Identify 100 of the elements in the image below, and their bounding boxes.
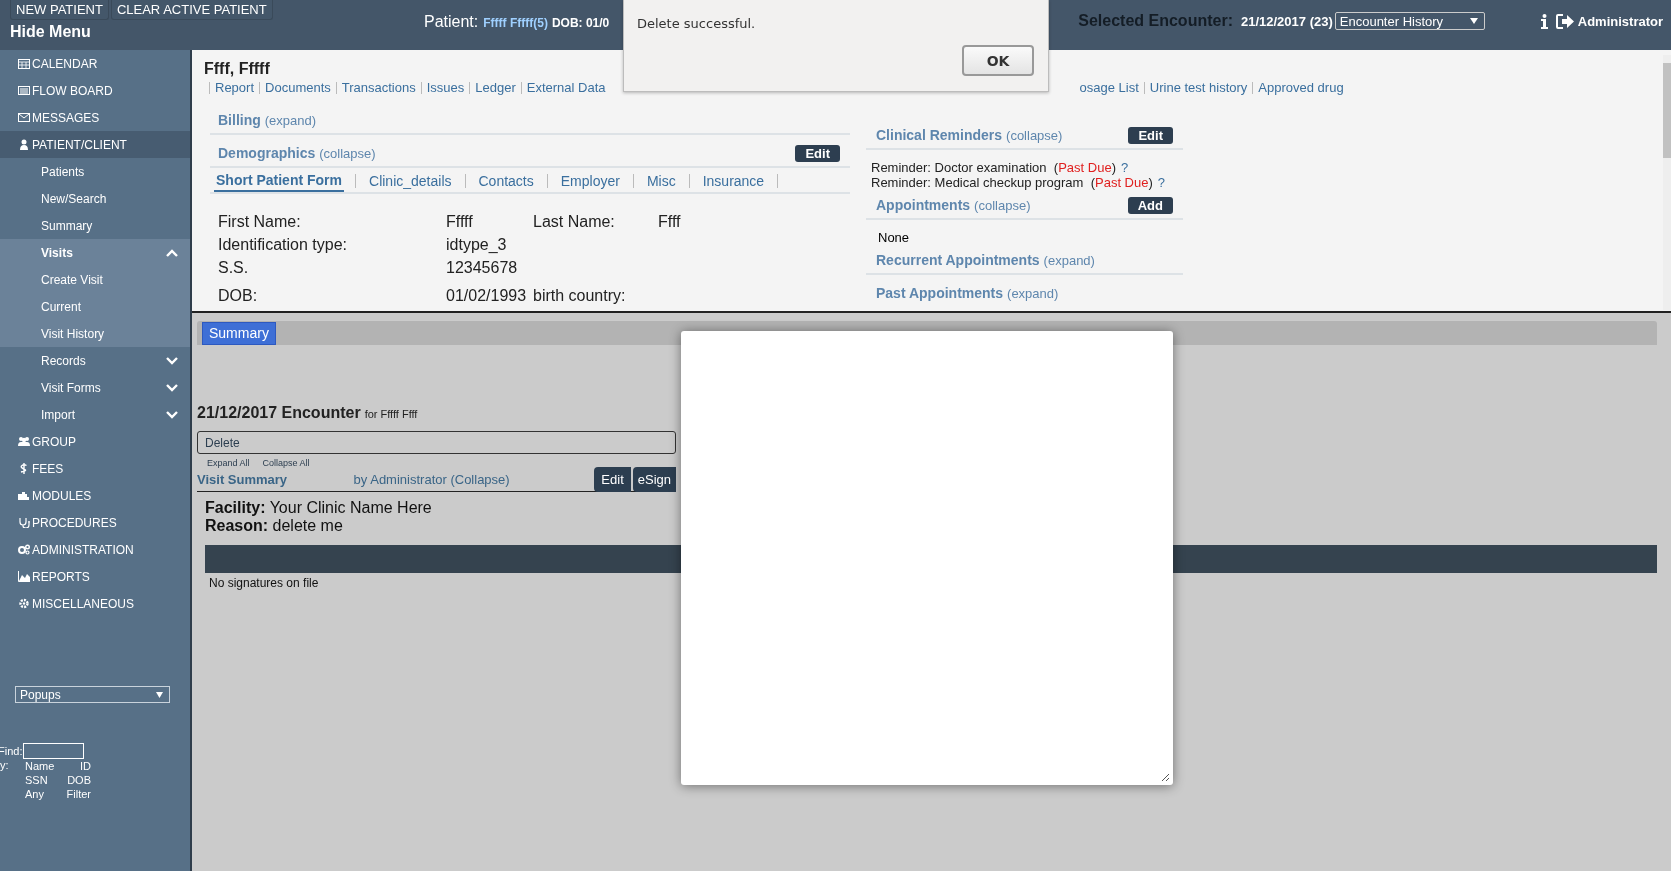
toggle-link[interactable]: (expand) bbox=[1043, 252, 1095, 268]
find-option-link[interactable]: Name bbox=[25, 759, 61, 773]
find-option-link[interactable]: Filter bbox=[61, 787, 91, 801]
toggle-link[interactable]: (expand) bbox=[1007, 285, 1059, 301]
logout-icon[interactable] bbox=[1555, 13, 1574, 29]
action-button[interactable]: Edit bbox=[594, 467, 631, 492]
reminder-text: Reminder: Doctor examination ( bbox=[871, 160, 1059, 175]
by-label: y: bbox=[0, 759, 10, 773]
signatures-text: No signatures on file bbox=[208, 575, 320, 590]
encounter-title: 21/12/2017 Encounter bbox=[197, 404, 361, 421]
tab[interactable]: Clinic_details bbox=[367, 171, 454, 191]
gear-icon bbox=[18, 598, 30, 609]
nav-link[interactable]: Transactions bbox=[341, 80, 416, 95]
ok-button[interactable]: OK bbox=[962, 45, 1034, 76]
reminder-text: Reminder: Medical checkup program ( bbox=[871, 175, 1095, 190]
tab[interactable]: Misc bbox=[644, 171, 678, 191]
area-chart-icon bbox=[18, 571, 30, 582]
submenu-item[interactable]: New/Search bbox=[0, 185, 190, 212]
field-value: 12345678 bbox=[446, 258, 519, 277]
submenu-item[interactable]: Visit History bbox=[0, 320, 190, 347]
section-title[interactable]: Appointments bbox=[876, 197, 971, 213]
toggle-link[interactable]: (collapse) bbox=[974, 197, 1031, 213]
find-option-link[interactable]: Any bbox=[25, 787, 61, 801]
tab[interactable]: Insurance bbox=[700, 171, 767, 191]
menu-item[interactable]: ADMINISTRATION bbox=[0, 536, 190, 563]
envelope-icon bbox=[18, 112, 30, 123]
field-label: First Name: bbox=[218, 212, 302, 231]
action-button[interactable]: eSign bbox=[632, 467, 676, 492]
toggle-link[interactable]: (expand) bbox=[264, 112, 317, 128]
menu-item[interactable]: FEES bbox=[0, 455, 190, 482]
menu-item[interactable]: REPORTS bbox=[0, 563, 190, 590]
menu-item[interactable]: CALENDAR bbox=[0, 50, 190, 77]
help-link[interactable]: ? bbox=[1120, 160, 1129, 175]
edit-button[interactable]: Edit bbox=[795, 144, 840, 162]
section-title[interactable]: Recurrent Appointments bbox=[876, 252, 1040, 268]
find-input[interactable] bbox=[23, 743, 85, 759]
encounter-dropdown[interactable]: Encounter History bbox=[1334, 12, 1485, 30]
section-title[interactable]: Clinical Reminders bbox=[876, 127, 1003, 143]
nav-link[interactable]: Ledger bbox=[475, 80, 516, 95]
find-option-link[interactable]: ID bbox=[61, 759, 91, 773]
menu-item[interactable]: PROCEDURES bbox=[0, 509, 190, 536]
nav-link[interactable]: Report bbox=[215, 80, 255, 95]
toggle-link[interactable]: (collapse) bbox=[1006, 127, 1063, 143]
patient-title: Ffff, Fffff bbox=[204, 60, 270, 78]
nav-link[interactable]: Issues bbox=[426, 80, 465, 95]
menu-item[interactable]: MODULES bbox=[0, 482, 190, 509]
popups-dropdown[interactable]: Popups bbox=[15, 686, 170, 703]
delete-button[interactable]: Delete bbox=[197, 431, 676, 454]
menu-item[interactable]: MESSAGES bbox=[0, 104, 190, 131]
info-icon[interactable] bbox=[1540, 13, 1548, 29]
nav-link[interactable]: Urine test history bbox=[1149, 80, 1248, 95]
tab[interactable]: Contacts bbox=[476, 171, 536, 191]
collapse-all-link[interactable]: Collapse All bbox=[262, 458, 310, 468]
field-label: birth country: bbox=[533, 286, 627, 305]
parenthesis-text: ) bbox=[1111, 160, 1116, 175]
find-option-link[interactable]: SSN bbox=[25, 773, 61, 787]
section-title[interactable]: Past Appointments bbox=[876, 285, 1004, 301]
tab[interactable]: Employer bbox=[558, 171, 622, 191]
toggle-link[interactable]: (collapse) bbox=[319, 145, 376, 161]
status-text: Past Due bbox=[1095, 175, 1149, 190]
menu-item[interactable]: GROUP bbox=[0, 428, 190, 455]
nav-link[interactable]: osage List bbox=[1079, 80, 1139, 95]
tab[interactable]: Summary bbox=[202, 322, 276, 345]
header-button[interactable]: CLEAR ACTIVE PATIENT bbox=[110, 0, 273, 20]
help-link[interactable]: ? bbox=[1157, 175, 1166, 190]
field-label: Identification type: bbox=[218, 235, 348, 254]
add-button[interactable]: Add bbox=[1127, 196, 1173, 214]
resize-grip-icon[interactable] bbox=[1161, 773, 1169, 781]
user-link[interactable]: Administrator bbox=[1577, 13, 1663, 29]
field-value: idtype_3 bbox=[446, 235, 508, 254]
edit-button[interactable]: Edit bbox=[1128, 126, 1173, 144]
submenu-item[interactable]: Visits bbox=[0, 239, 190, 266]
submenu-item[interactable]: Import bbox=[0, 401, 190, 428]
tab[interactable]: Short Patient Form bbox=[214, 170, 344, 192]
submenu-item[interactable]: Records bbox=[0, 347, 190, 374]
patient-name-link[interactable]: Fffff Fffff(5) bbox=[483, 16, 548, 30]
nav-link[interactable]: Approved drug bbox=[1258, 80, 1344, 95]
section-title: Visit Summary bbox=[197, 472, 289, 487]
hide-menu-link[interactable]: Hide Menu bbox=[0, 20, 424, 41]
section-title[interactable]: Billing bbox=[218, 112, 261, 128]
section-title[interactable]: Demographics bbox=[218, 145, 316, 161]
scrollbar[interactable] bbox=[1663, 55, 1671, 310]
menu-item[interactable]: MISCELLANEOUS bbox=[0, 590, 190, 617]
field-label: Last Name: bbox=[533, 212, 616, 231]
submenu-item[interactable]: Current bbox=[0, 293, 190, 320]
expand-all-link[interactable]: Expand All bbox=[207, 458, 250, 468]
submenu-item[interactable]: Create Visit bbox=[0, 266, 190, 293]
reason-text: Reason: delete me bbox=[204, 517, 344, 535]
find-option-link[interactable]: DOB bbox=[61, 773, 91, 787]
menu-item[interactable]: PATIENT/CLIENT bbox=[0, 131, 190, 158]
menu-item[interactable]: FLOW BOARD bbox=[0, 77, 190, 104]
nav-link[interactable]: Documents bbox=[265, 80, 331, 95]
submenu-item[interactable]: Summary bbox=[0, 212, 190, 239]
collapse-link[interactable]: by Administrator (Collapse) bbox=[353, 472, 595, 487]
field-value: Ffff bbox=[658, 212, 682, 231]
nav-link[interactable]: External Data bbox=[526, 80, 606, 95]
submenu-item[interactable]: Patients bbox=[0, 158, 190, 185]
header-button[interactable]: NEW PATIENT bbox=[10, 0, 109, 20]
encounter-subtitle: for Fffff Ffff bbox=[364, 408, 418, 420]
submenu-item[interactable]: Visit Forms bbox=[0, 374, 190, 401]
